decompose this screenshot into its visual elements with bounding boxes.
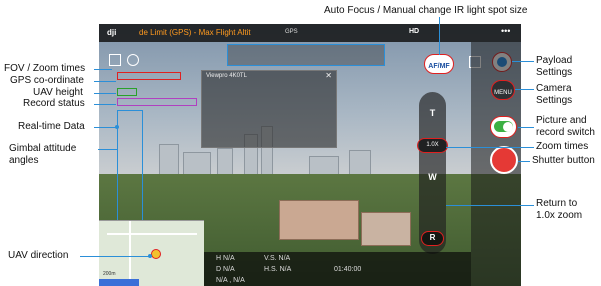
- annotation-gimbal-line2: angles: [9, 155, 39, 166]
- leader-line: [94, 69, 112, 70]
- leader-line: [94, 93, 116, 94]
- leader-line: [446, 147, 534, 148]
- d-value: N/A: [223, 266, 235, 273]
- map-road: [107, 233, 197, 235]
- h-label: H: [216, 255, 222, 262]
- annotation-payload-line2: Settings: [536, 67, 573, 78]
- leader-line: [94, 81, 116, 82]
- camera-screen: dji de Limit (GPS) - Max Flight Altit GP…: [99, 24, 521, 286]
- annotation-picture-line1: Picture and: [536, 115, 587, 126]
- zoom-reset-button[interactable]: R: [421, 231, 444, 246]
- annotation-auto-focus: Auto Focus / Manual change IR light spot…: [324, 5, 528, 16]
- realtime-data-panel: Viewpro 4K0TL ✕: [201, 70, 337, 148]
- zoom-wide-button[interactable]: W: [419, 172, 446, 182]
- annotation-record-status: Record status: [23, 98, 85, 109]
- shutter-button[interactable]: [490, 146, 518, 174]
- d-label: D: [216, 266, 222, 273]
- vs-label: V.S.: [264, 255, 277, 262]
- map-scale: 200m: [103, 271, 116, 277]
- leader-dot: [115, 125, 119, 129]
- annotation-return-line1: Return to: [536, 198, 578, 209]
- menu-label: MENU: [494, 90, 512, 96]
- leader-line: [80, 256, 150, 257]
- map-road: [129, 221, 131, 286]
- h-row: H N/A: [216, 255, 235, 262]
- leader-line: [94, 104, 116, 105]
- annotation-zoom-times: Zoom times: [536, 141, 589, 152]
- annotation-realtime-data: Real-time Data: [18, 121, 85, 132]
- record-status-box: [117, 98, 197, 106]
- uav-height-box: [117, 88, 137, 96]
- uav-direction-marker: [151, 249, 161, 259]
- leader-line: [439, 17, 440, 55]
- h-value: N/A: [223, 255, 235, 262]
- foreground-building: [279, 200, 359, 240]
- annotation-camera-line2: Settings: [536, 95, 573, 106]
- annotation-fov-zoom: FOV / Zoom times: [4, 63, 86, 74]
- leader-line: [518, 161, 530, 162]
- annotation-gps: GPS co-ordinate: [10, 75, 84, 86]
- leader-line: [94, 127, 116, 128]
- annotation-picture-line2: record switch: [536, 127, 595, 138]
- hs-label: H.S.: [264, 266, 278, 273]
- zoom-tele-button[interactable]: T: [419, 108, 446, 118]
- dji-logo: dji: [107, 28, 117, 37]
- zoom-control: T 1.0X W R: [417, 92, 448, 254]
- annotation-return-line2: 1.0x zoom: [536, 210, 583, 221]
- gps-label: GPS: [285, 29, 298, 35]
- annotation-gimbal-line1: Gimbal attitude: [9, 143, 77, 154]
- annotation-payload-line1: Payload: [536, 55, 573, 66]
- coordinates: N/A , N/A: [216, 277, 245, 284]
- flight-status-text: de Limit (GPS) - Max Flight Altit: [139, 28, 251, 37]
- hs-value: N/A: [279, 266, 292, 273]
- vs-value: N/A: [278, 255, 291, 262]
- gimbal-angle-box: [117, 110, 143, 222]
- leader-line: [518, 127, 534, 128]
- telemetry-panel: H N/A V.S. N/A D N/A H.S. N/A 01:40:00 N…: [204, 252, 471, 286]
- foreground-building: [361, 212, 411, 246]
- leader-line: [98, 149, 118, 150]
- close-icon[interactable]: ✕: [325, 71, 332, 80]
- panel-title: Viewpro 4K0TL: [206, 73, 247, 79]
- hs-row: H.S. N/A: [264, 266, 291, 273]
- leader-line: [515, 89, 534, 90]
- annotated-screenshot: dji de Limit (GPS) - Max Flight Altit GP…: [0, 0, 601, 286]
- annotation-shutter: Shutter button: [532, 155, 595, 166]
- af-mf-button[interactable]: AF/MF: [424, 54, 454, 74]
- sun-icon[interactable]: [127, 54, 139, 66]
- flight-time: 01:40:00: [334, 266, 362, 273]
- d-row: D N/A: [216, 266, 235, 273]
- menu-button[interactable]: MENU: [491, 80, 515, 100]
- mini-map[interactable]: 200m: [99, 220, 204, 286]
- switch-knob: [503, 122, 513, 132]
- annotation-camera-line1: Camera: [536, 83, 572, 94]
- leader-line: [512, 61, 534, 62]
- vs-row: V.S. N/A: [264, 255, 290, 262]
- map-label-bar: [99, 279, 139, 286]
- top-status-bar: dji de Limit (GPS) - Max Flight Altit GP…: [99, 24, 521, 42]
- compass-strip: [227, 44, 385, 66]
- af-mf-label: AF/MF: [428, 63, 450, 70]
- leader-line: [446, 205, 534, 206]
- picture-record-switch[interactable]: [490, 116, 517, 138]
- hd-label: HD: [409, 28, 420, 35]
- more-icon[interactable]: •••: [501, 26, 510, 36]
- leader-dot: [148, 254, 152, 258]
- gps-coordinate-box: [117, 72, 181, 80]
- zoom-value: 1.0X: [417, 138, 448, 153]
- annotation-uav-height: UAV height: [33, 87, 83, 98]
- tripod-icon[interactable]: [109, 54, 121, 66]
- annotation-uav-direction: UAV direction: [8, 250, 69, 261]
